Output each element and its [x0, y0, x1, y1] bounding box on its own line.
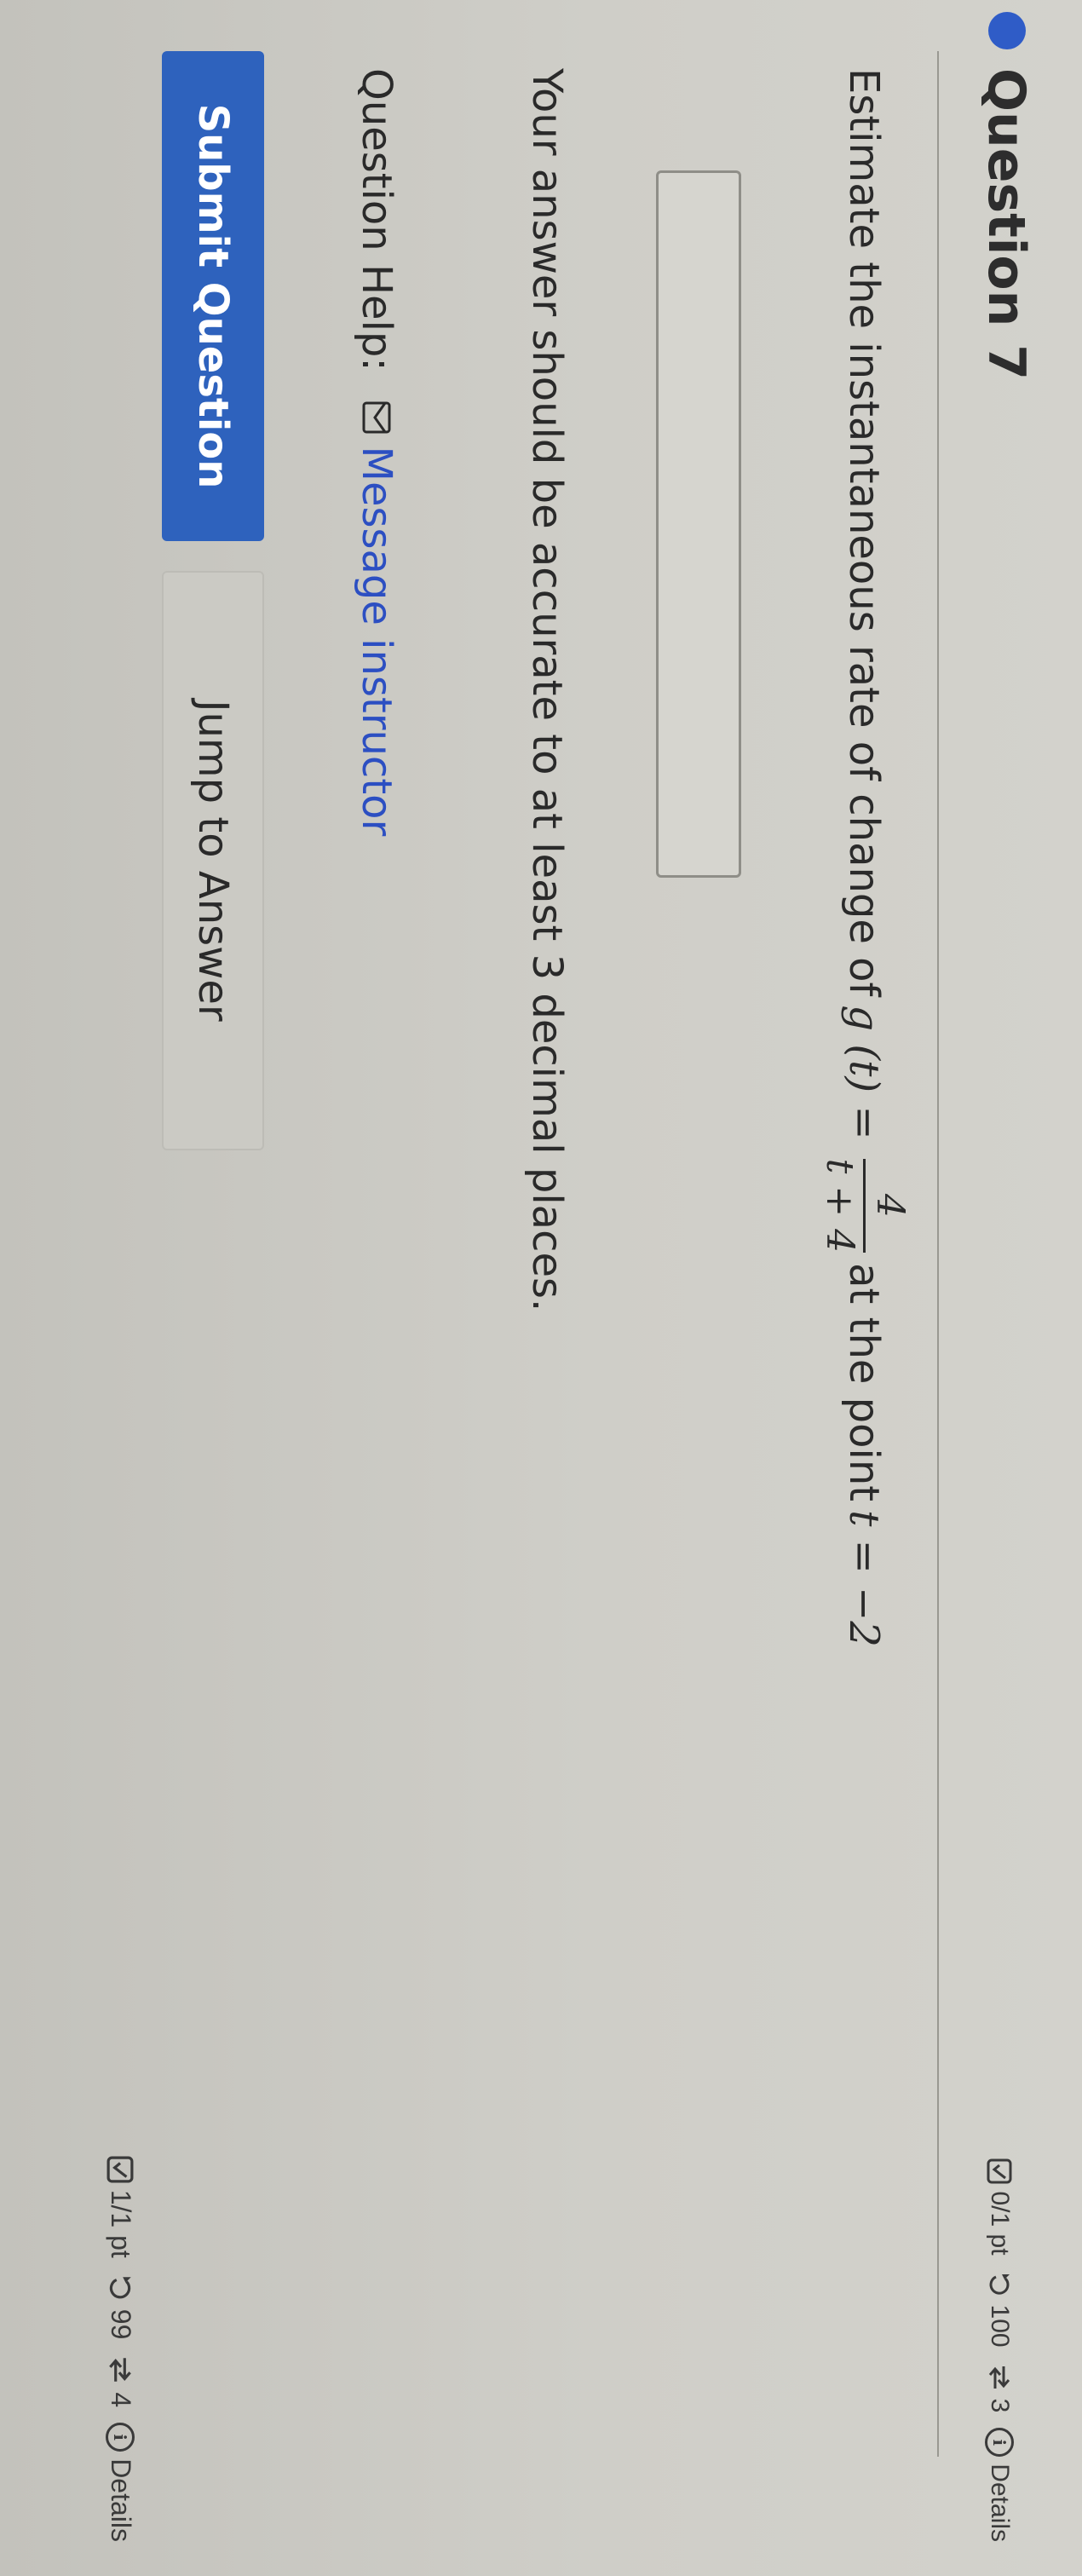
fraction: 4 t + 4 — [817, 1158, 912, 1253]
fraction-denominator: t + 4 — [818, 1158, 861, 1253]
retries-group-bottom: 4 — [105, 2354, 136, 2407]
retry-icon — [988, 2366, 1010, 2389]
retries-group: 3 — [985, 2363, 1014, 2413]
submit-question-button[interactable]: Submit Question — [162, 51, 264, 541]
check-square-icon — [987, 2158, 1012, 2184]
header-divider — [937, 51, 939, 2457]
question-meta-bottom: 1/1 pt 99 4 i Details — [105, 2156, 136, 2542]
attempts-group-bottom: 99 — [105, 2273, 136, 2340]
retry-icon — [109, 2358, 132, 2383]
undo-icon — [989, 2273, 1010, 2295]
details-link-bottom[interactable]: i Details — [105, 2423, 136, 2542]
undo-icon — [110, 2277, 132, 2299]
retries-text-bottom: 4 — [106, 2392, 136, 2408]
help-label: Question Help: — [353, 68, 400, 372]
page-rotated-view: Question 7 0/1 pt 100 3 i Details Estima… — [0, 0, 1082, 2576]
jump-to-answer-button[interactable]: Jump to Answer — [162, 571, 264, 1150]
question-meta-top: 0/1 pt 100 3 i Details — [985, 2158, 1014, 2542]
score-group-bottom: 1/1 pt — [105, 2156, 136, 2258]
answer-input[interactable] — [656, 170, 741, 878]
details-text: Details — [986, 2464, 1014, 2542]
info-icon: i — [106, 2423, 135, 2452]
function-lhs: g (t) = — [840, 1005, 889, 1140]
score-text: 0/1 pt — [986, 2191, 1014, 2256]
accuracy-note: Your answer should be accurate to at lea… — [523, 68, 571, 1312]
question-help: Question Help: Message instructor — [353, 68, 400, 836]
question-status-dot — [988, 12, 1026, 49]
attempts-group: 100 — [985, 2271, 1014, 2348]
check-square-icon — [107, 2156, 134, 2183]
point-expression: t = −2 — [840, 1510, 889, 1647]
question-header: Question 7 — [947, 0, 1041, 2525]
prompt-text-mid: at the point — [840, 1263, 889, 1502]
details-text-bottom: Details — [106, 2458, 136, 2542]
score-group: 0/1 pt — [985, 2158, 1014, 2256]
message-instructor-label: Message instructor — [353, 446, 400, 837]
question-title: Question 7 — [976, 68, 1036, 380]
score-text-bottom: 1/1 pt — [106, 2189, 136, 2258]
fraction-bar — [863, 1158, 866, 1253]
message-instructor-link[interactable]: Message instructor — [353, 401, 400, 837]
info-icon: i — [985, 2428, 1014, 2458]
retries-text: 3 — [986, 2398, 1014, 2413]
fraction-numerator: 4 — [868, 1193, 912, 1218]
prompt-text-before: Estimate the instantaneous rate of chang… — [840, 68, 889, 997]
details-link-top[interactable]: i Details — [985, 2428, 1014, 2542]
question-prompt: Estimate the instantaneous rate of chang… — [817, 68, 912, 1656]
mail-icon — [362, 401, 391, 434]
attempts-text-bottom: 99 — [106, 2308, 136, 2340]
attempts-text: 100 — [986, 2304, 1014, 2348]
